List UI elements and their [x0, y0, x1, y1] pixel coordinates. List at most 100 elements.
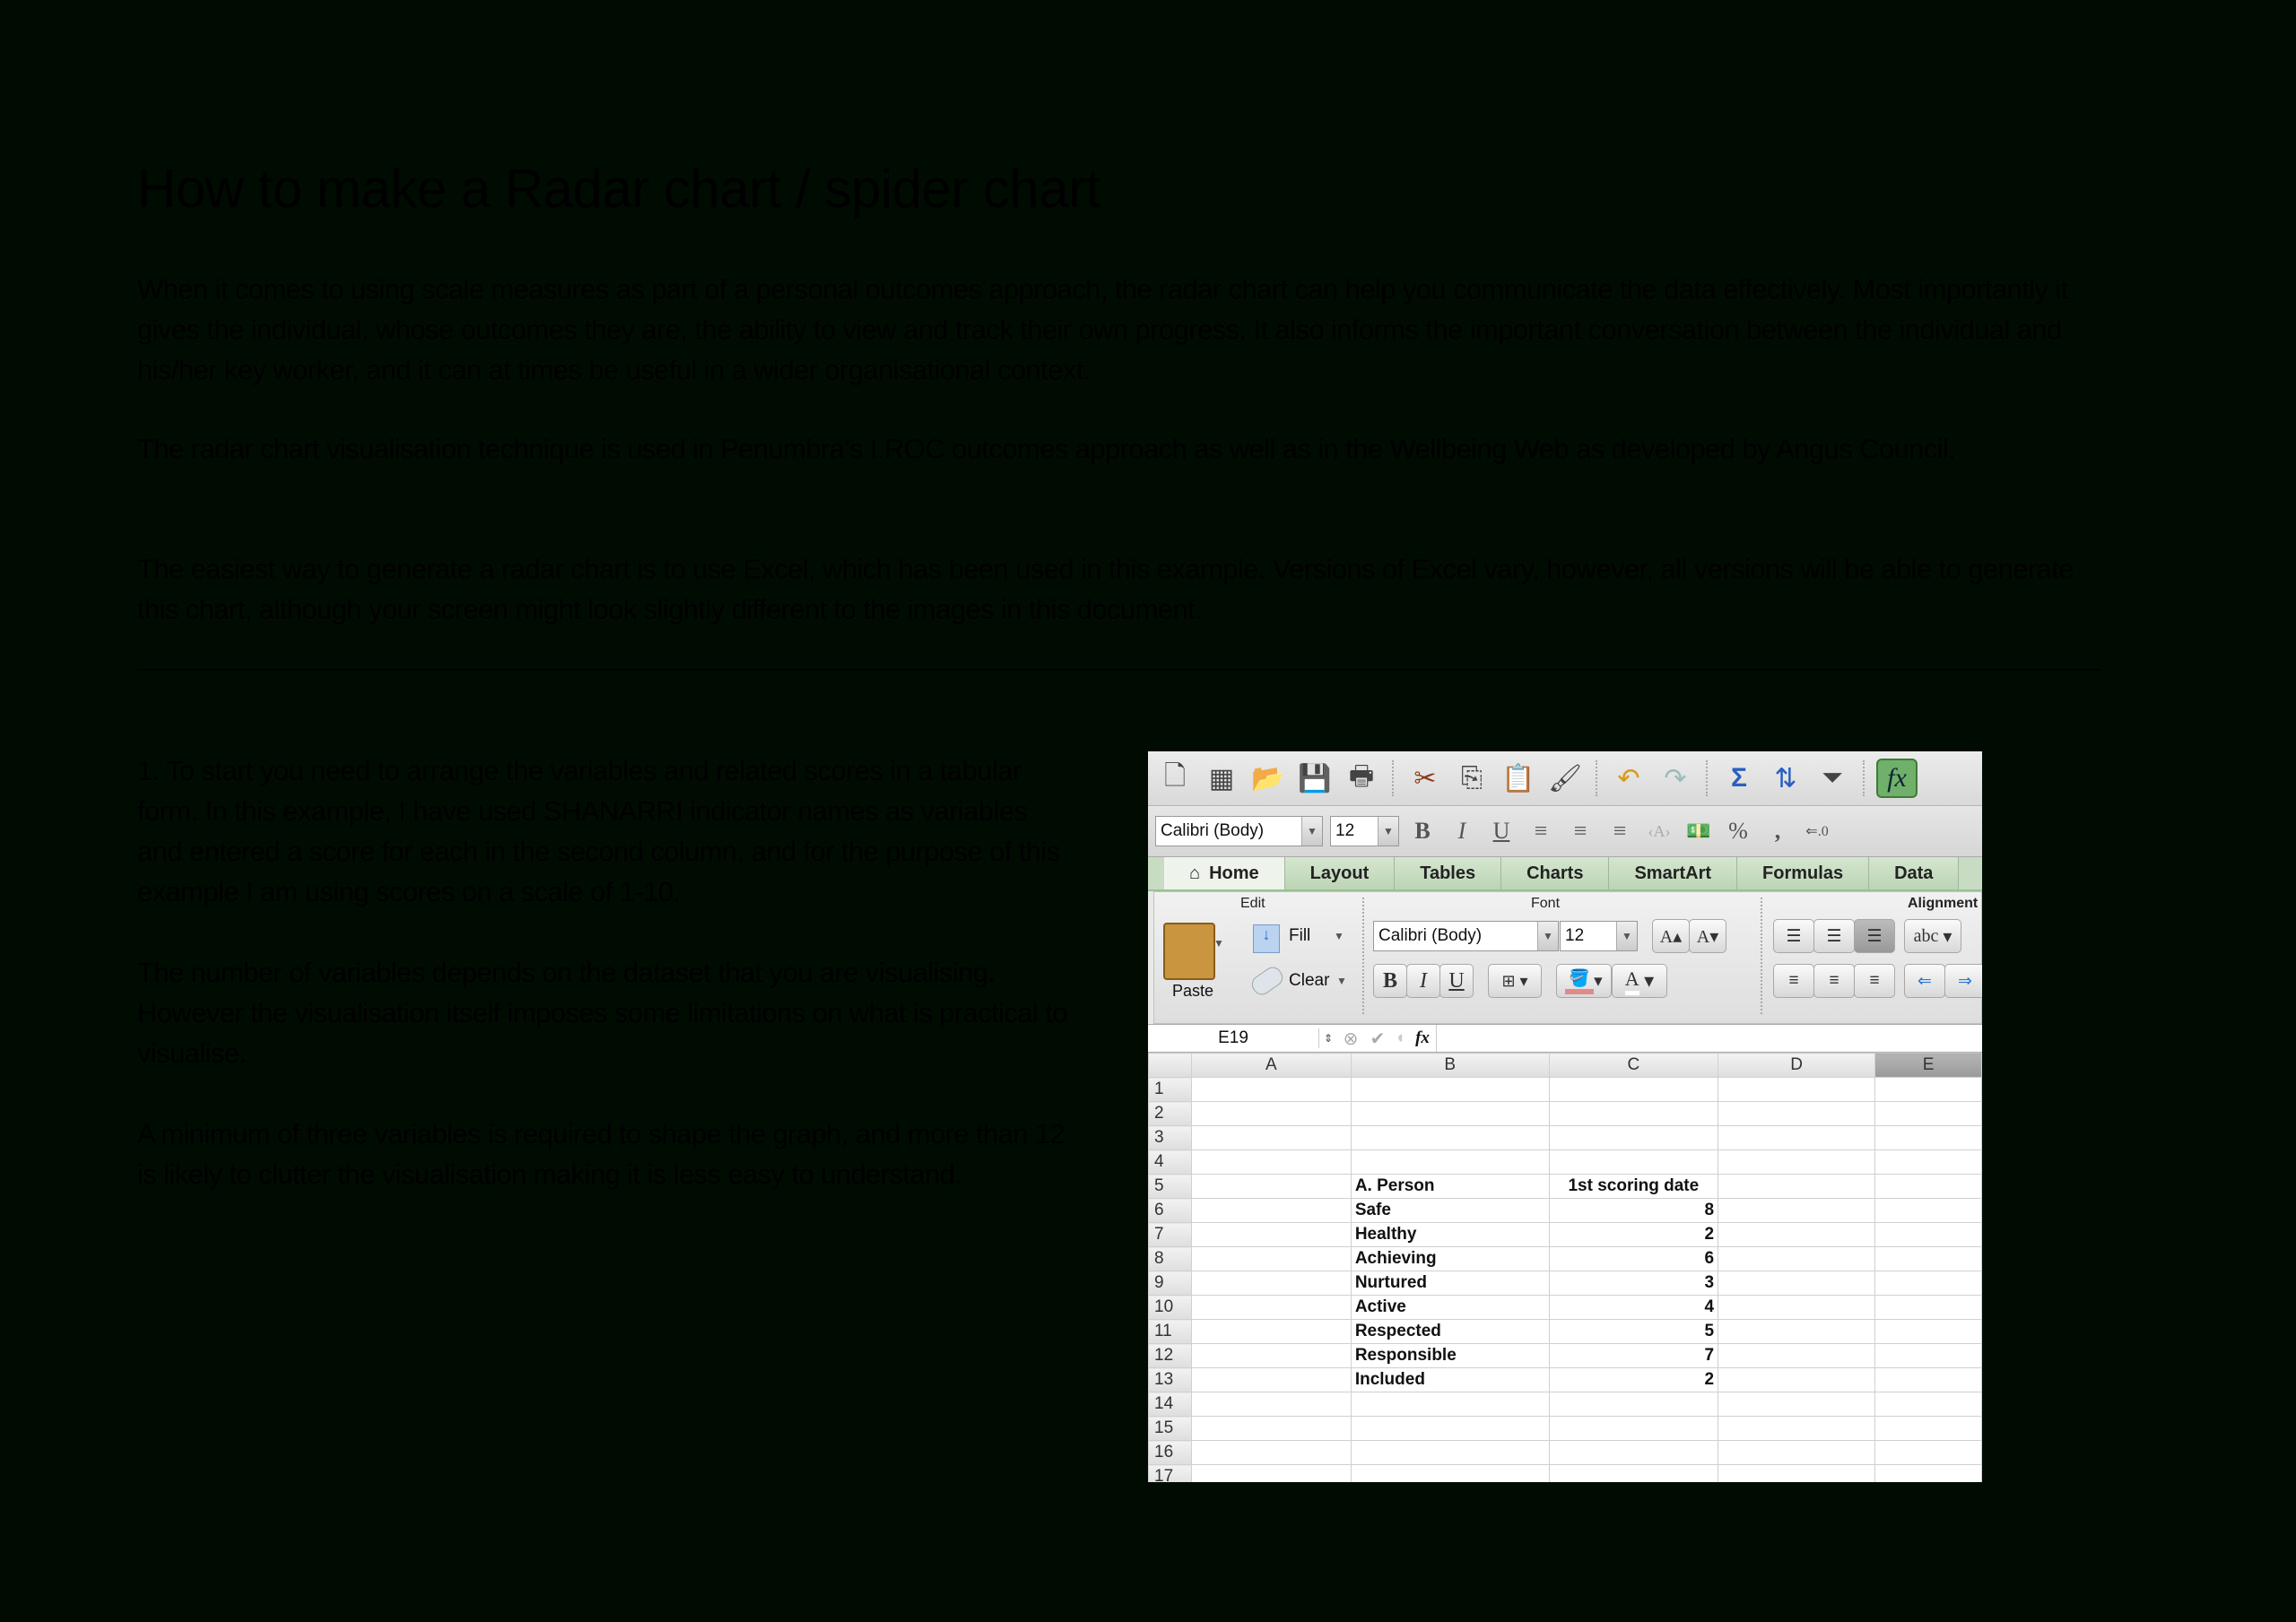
- cell-e[interactable]: [1874, 1174, 1982, 1199]
- cell-a[interactable]: [1190, 1271, 1352, 1296]
- autosum-icon[interactable]: Σ: [1719, 759, 1759, 798]
- column-header-selected[interactable]: E: [1874, 1053, 1982, 1078]
- cell-e[interactable]: [1874, 1077, 1982, 1102]
- cell-e[interactable]: [1874, 1319, 1982, 1344]
- align-bottom-button[interactable]: ☰: [1854, 919, 1895, 953]
- cell-e[interactable]: [1874, 1343, 1982, 1368]
- select-all-corner[interactable]: [1148, 1053, 1192, 1078]
- column-header[interactable]: B: [1350, 1053, 1550, 1078]
- underline-button[interactable]: U: [1485, 818, 1518, 845]
- cell-b[interactable]: Respected: [1350, 1319, 1550, 1344]
- bold-button[interactable]: B: [1406, 818, 1439, 845]
- row-header[interactable]: 14: [1148, 1392, 1192, 1417]
- cell-b[interactable]: Responsible: [1350, 1343, 1550, 1368]
- cell-e[interactable]: [1874, 1295, 1982, 1320]
- increase-indent-button[interactable]: ⇒: [1944, 964, 1982, 998]
- cell-c[interactable]: [1548, 1077, 1719, 1102]
- cell-c[interactable]: 8: [1548, 1198, 1719, 1223]
- cell-b[interactable]: [1350, 1464, 1550, 1482]
- cell-e[interactable]: [1874, 1149, 1982, 1175]
- copy-icon[interactable]: ⎘: [1452, 759, 1492, 798]
- cell-a[interactable]: [1190, 1149, 1352, 1175]
- italic-button[interactable]: I: [1446, 818, 1478, 845]
- row-header[interactable]: 15: [1148, 1416, 1192, 1441]
- align-left-button[interactable]: ≡: [1773, 964, 1814, 998]
- align-right-button[interactable]: ≡: [1854, 964, 1895, 998]
- tab-charts[interactable]: Charts: [1501, 857, 1610, 889]
- cell-a[interactable]: [1190, 1319, 1352, 1344]
- column-header[interactable]: A: [1190, 1053, 1352, 1078]
- tab-data[interactable]: Data: [1869, 857, 1960, 889]
- cell-d[interactable]: [1718, 1295, 1876, 1320]
- decrease-indent-button[interactable]: ⇐: [1904, 964, 1945, 998]
- cell-b[interactable]: Included: [1350, 1367, 1550, 1392]
- row-header[interactable]: 12: [1148, 1343, 1192, 1368]
- row-header[interactable]: 1: [1148, 1077, 1192, 1102]
- cell-b[interactable]: [1350, 1101, 1550, 1126]
- cell-b[interactable]: [1350, 1440, 1550, 1465]
- cell-c[interactable]: 1st scoring date: [1548, 1174, 1719, 1199]
- borders-button[interactable]: ⊞ ▾: [1488, 964, 1542, 998]
- cell-e[interactable]: [1874, 1416, 1982, 1441]
- align-middle-button[interactable]: ☰: [1813, 919, 1855, 953]
- print-icon[interactable]: 🖶: [1342, 759, 1381, 798]
- undo-icon[interactable]: ↶: [1609, 759, 1648, 798]
- cell-b[interactable]: [1350, 1125, 1550, 1150]
- cell-e[interactable]: [1874, 1246, 1982, 1271]
- cell-c[interactable]: 2: [1548, 1367, 1719, 1392]
- fill-button[interactable]: Fill: [1289, 926, 1310, 946]
- ribbon-underline-button[interactable]: U: [1439, 964, 1474, 998]
- tab-smartart[interactable]: SmartArt: [1609, 857, 1738, 889]
- font-name-select[interactable]: Calibri (Body) ▼: [1155, 816, 1323, 846]
- cell-d[interactable]: [1718, 1319, 1876, 1344]
- new-workbook-icon[interactable]: 🗋: [1155, 759, 1195, 798]
- cell-b[interactable]: Healthy: [1350, 1222, 1550, 1247]
- cell-a[interactable]: [1190, 1367, 1352, 1392]
- cell-e[interactable]: [1874, 1464, 1982, 1482]
- cell-e[interactable]: [1874, 1101, 1982, 1126]
- save-icon[interactable]: 💾: [1295, 759, 1335, 798]
- comma-button[interactable]: ,: [1761, 818, 1794, 845]
- cell-a[interactable]: [1190, 1392, 1352, 1417]
- cell-a[interactable]: [1190, 1077, 1352, 1102]
- open-icon[interactable]: 📂: [1248, 759, 1288, 798]
- row-header[interactable]: 3: [1148, 1125, 1192, 1150]
- cell-c[interactable]: 3: [1548, 1271, 1719, 1296]
- cell-c[interactable]: 4: [1548, 1295, 1719, 1320]
- cell-a[interactable]: [1190, 1440, 1352, 1465]
- ribbon-bold-button[interactable]: B: [1373, 964, 1407, 998]
- redo-icon[interactable]: ↷: [1656, 759, 1695, 798]
- cell-d[interactable]: [1718, 1125, 1876, 1150]
- align-center-icon[interactable]: ≡: [1564, 818, 1596, 845]
- cell-d[interactable]: [1718, 1367, 1876, 1392]
- cell-a[interactable]: [1190, 1464, 1352, 1482]
- chevron-down-icon[interactable]: ▼: [1213, 937, 1224, 950]
- row-header[interactable]: 9: [1148, 1271, 1192, 1296]
- increase-decimal-icon[interactable]: ⇐.0: [1801, 822, 1833, 840]
- percent-button[interactable]: %: [1722, 818, 1754, 845]
- cell-c[interactable]: 5: [1548, 1319, 1719, 1344]
- cell-d[interactable]: [1718, 1101, 1876, 1126]
- cell-e[interactable]: [1874, 1392, 1982, 1417]
- clear-button[interactable]: Clear: [1289, 971, 1329, 991]
- merge-cells-icon[interactable]: ‹A›: [1643, 822, 1675, 841]
- tab-home[interactable]: ⌂ Home: [1164, 857, 1285, 889]
- cell-c[interactable]: [1548, 1440, 1719, 1465]
- cancel-icon[interactable]: ⊗: [1337, 1028, 1364, 1050]
- ribbon-font-name-select[interactable]: Calibri (Body) ▼: [1373, 921, 1559, 951]
- cut-icon[interactable]: ✂: [1405, 759, 1445, 798]
- cell-a[interactable]: [1190, 1295, 1352, 1320]
- column-header[interactable]: D: [1718, 1053, 1876, 1078]
- ribbon-font-size-select[interactable]: 12 ▼: [1560, 921, 1638, 951]
- row-header[interactable]: 6: [1148, 1198, 1192, 1223]
- filter-icon[interactable]: ⏷: [1813, 759, 1852, 798]
- cell-a[interactable]: [1190, 1174, 1352, 1199]
- font-color-button[interactable]: A ▾: [1612, 964, 1667, 998]
- tab-formulas[interactable]: Formulas: [1737, 857, 1870, 889]
- cell-d[interactable]: [1718, 1246, 1876, 1271]
- cell-d[interactable]: [1718, 1416, 1876, 1441]
- cell-d[interactable]: [1718, 1464, 1876, 1482]
- cell-a[interactable]: [1190, 1222, 1352, 1247]
- name-box-stepper-icon[interactable]: ⇕: [1319, 1032, 1337, 1045]
- cell-c[interactable]: [1548, 1149, 1719, 1175]
